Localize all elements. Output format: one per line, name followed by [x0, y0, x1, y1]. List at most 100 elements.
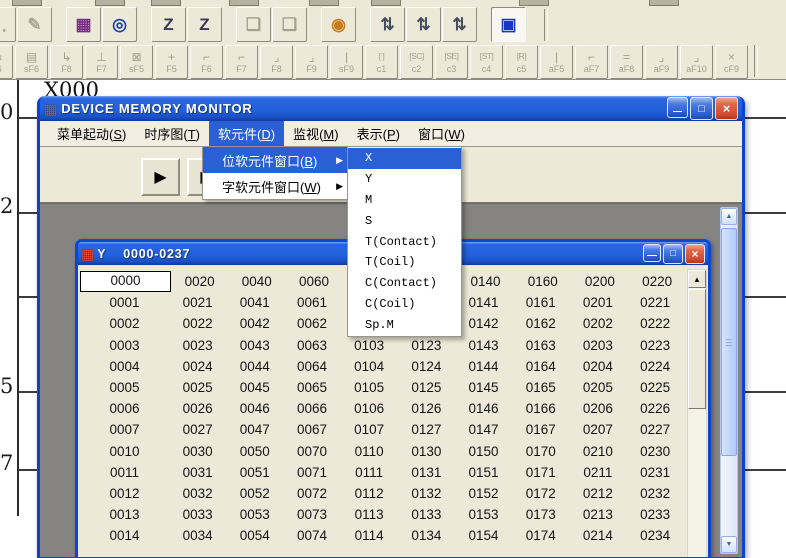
- grid-cell[interactable]: 0167: [512, 422, 569, 437]
- grid-cell[interactable]: 0145: [455, 380, 512, 395]
- trace-button-2[interactable]: Z: [187, 7, 222, 42]
- grid-cell[interactable]: 0114: [341, 528, 398, 543]
- grid-cell[interactable]: 0232: [627, 486, 684, 501]
- grid-cell[interactable]: 0202: [569, 316, 626, 331]
- submenu-item-X[interactable]: X: [348, 148, 461, 169]
- grid-cell[interactable]: 0226: [627, 401, 684, 416]
- grid-cell[interactable]: 0163: [512, 338, 569, 353]
- grid-cell[interactable]: 0233: [627, 507, 684, 522]
- menu-item-M[interactable]: 监视(M): [284, 121, 348, 146]
- grid-cell[interactable]: 0147: [455, 422, 512, 437]
- grid-cell[interactable]: 0227: [627, 422, 684, 437]
- grid-cell[interactable]: 0107: [341, 422, 398, 437]
- grid-cell[interactable]: 0002: [80, 316, 169, 331]
- grid-cell[interactable]: 0162: [512, 316, 569, 331]
- ladder-tool-c1-button[interactable]: [ ]c1: [365, 45, 398, 79]
- grid-cell[interactable]: 0131: [398, 465, 455, 480]
- device-memory-button[interactable]: ▦: [66, 7, 101, 42]
- grid-cell[interactable]: 0210: [569, 444, 626, 459]
- grid-cell[interactable]: 0132: [398, 486, 455, 501]
- grid-cell[interactable]: 0161: [512, 295, 569, 310]
- grid-close-button[interactable]: ×: [685, 244, 705, 264]
- grid-cell[interactable]: 0224: [627, 359, 684, 374]
- grid-cell[interactable]: 0221: [627, 295, 684, 310]
- submenu-item-S[interactable]: S: [348, 210, 461, 231]
- grid-cell[interactable]: 0151: [455, 465, 512, 480]
- grid-cell[interactable]: 0160: [514, 274, 571, 289]
- window-jump-button-1[interactable]: ❏: [236, 7, 271, 42]
- grid-cell[interactable]: 0104: [341, 359, 398, 374]
- ladder-tool-c4-button[interactable]: [ST]c4: [470, 45, 503, 79]
- ladder-tool-F7-button[interactable]: ⌐F7: [225, 45, 258, 79]
- run-monitor-button[interactable]: ▶: [141, 158, 180, 196]
- popup-item-B[interactable]: 位软元件窗口(B)▶: [203, 147, 349, 173]
- grid-cell[interactable]: 0073: [283, 507, 340, 522]
- grid-cell[interactable]: 0110: [341, 444, 398, 459]
- ladder-tool-aF8-button[interactable]: =aF8: [610, 45, 643, 79]
- grid-cell[interactable]: 0053: [226, 507, 283, 522]
- grid-cell[interactable]: 0007: [80, 422, 169, 437]
- grid-cell[interactable]: 0200: [571, 274, 628, 289]
- close-button[interactable]: ×: [715, 97, 738, 120]
- menu-item-P[interactable]: 表示(P): [348, 121, 409, 146]
- device-monitor-toggle-button[interactable]: ▣: [491, 7, 526, 42]
- trace-button-1[interactable]: Z: [151, 7, 186, 42]
- grid-cell[interactable]: 0143: [455, 338, 512, 353]
- ladder-tool-F5-button[interactable]: +F5: [155, 45, 188, 79]
- grid-cell[interactable]: 0125: [398, 380, 455, 395]
- grid-cell[interactable]: 0211: [569, 465, 626, 480]
- grid-cell[interactable]: 0126: [398, 401, 455, 416]
- grid-cell[interactable]: 0052: [226, 486, 283, 501]
- menu-item-W[interactable]: 窗口(W): [409, 121, 474, 146]
- grid-cell[interactable]: 0010: [80, 444, 169, 459]
- grid-scroll-up-button[interactable]: ▲: [688, 270, 706, 288]
- ladder-tool-F8-button[interactable]: ⌟F8: [260, 45, 293, 79]
- grid-cell[interactable]: 0134: [398, 528, 455, 543]
- submenu-item-Sp.M[interactable]: Sp.M: [348, 314, 461, 335]
- grid-cell[interactable]: 0072: [283, 486, 340, 501]
- grid-cell[interactable]: 0065: [283, 380, 340, 395]
- mdi-scroll-down-button[interactable]: ▼: [721, 536, 737, 553]
- submenu-item-Y[interactable]: Y: [348, 169, 461, 190]
- window-titlebar[interactable]: ▦ DEVICE MEMORY MONITOR — □ ×: [40, 96, 742, 121]
- grid-cell[interactable]: 0000: [80, 271, 171, 292]
- ladder-tool-aF5-button[interactable]: |aF5: [540, 45, 573, 79]
- grid-maximize-button[interactable]: □: [663, 244, 683, 264]
- grid-cell[interactable]: 0047: [226, 422, 283, 437]
- grid-cell[interactable]: 0142: [455, 316, 512, 331]
- grid-cell[interactable]: 0067: [283, 422, 340, 437]
- grid-cell[interactable]: 0043: [226, 338, 283, 353]
- grid-cell[interactable]: 0006: [80, 401, 169, 416]
- grid-cell[interactable]: 0123: [398, 338, 455, 353]
- grid-cell[interactable]: 0201: [569, 295, 626, 310]
- find-device-button[interactable]: ◉: [321, 7, 356, 42]
- ladder-tool-F6-button[interactable]: ⌐F6: [190, 45, 223, 79]
- grid-cell[interactable]: 0034: [169, 528, 226, 543]
- grid-scrollbar-thumb[interactable]: [688, 289, 706, 409]
- grid-cell[interactable]: 0051: [226, 465, 283, 480]
- ladder-tool-c5-button[interactable]: [R]c5: [505, 45, 538, 79]
- grid-scrollbar[interactable]: ▲: [687, 269, 707, 557]
- grid-cell[interactable]: 0127: [398, 422, 455, 437]
- grid-cell[interactable]: 0204: [569, 359, 626, 374]
- grid-cell[interactable]: 0225: [627, 380, 684, 395]
- grid-cell[interactable]: 0111: [341, 465, 398, 480]
- grid-cell[interactable]: 0001: [80, 295, 169, 310]
- ladder-tool-sF9-button[interactable]: |sF9: [330, 45, 363, 79]
- popup-item-W[interactable]: 字软元件窗口(W)▶: [203, 173, 349, 199]
- grid-cell[interactable]: 0164: [512, 359, 569, 374]
- ladder-tool-cF9-button[interactable]: ×cF9: [715, 45, 748, 79]
- grid-cell[interactable]: 0041: [226, 295, 283, 310]
- grid-cell[interactable]: 0103: [341, 338, 398, 353]
- grid-cell[interactable]: 0063: [283, 338, 340, 353]
- monitor-adjust-button-3[interactable]: ⇅: [442, 7, 477, 42]
- grid-cell[interactable]: 0133: [398, 507, 455, 522]
- grid-cell[interactable]: 0172: [512, 486, 569, 501]
- grid-cell[interactable]: 0066: [283, 401, 340, 416]
- grid-cell[interactable]: 0054: [226, 528, 283, 543]
- grid-cell[interactable]: 0113: [341, 507, 398, 522]
- grid-cell[interactable]: 0050: [226, 444, 283, 459]
- ladder-tool-aF7-button[interactable]: ⌐aF7: [575, 45, 608, 79]
- grid-cell[interactable]: 0234: [627, 528, 684, 543]
- grid-cell[interactable]: 0173: [512, 507, 569, 522]
